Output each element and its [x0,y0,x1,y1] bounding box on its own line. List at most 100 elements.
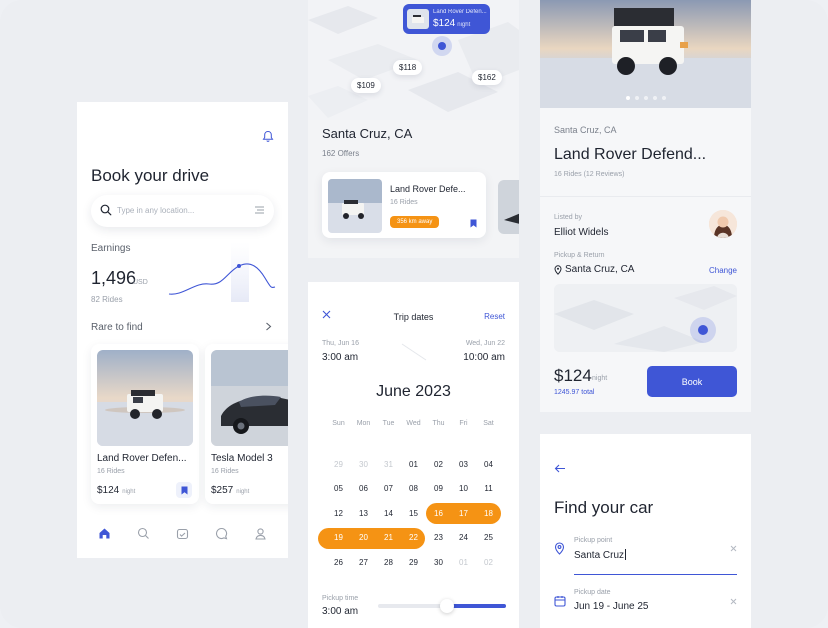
calendar-day-selected[interactable]: 19 [326,533,351,542]
profile-icon[interactable] [254,527,267,540]
car-photo [211,350,288,446]
calendar-day[interactable]: 12 [326,509,351,518]
car-card-tesla[interactable]: Tesla Model 3 16 Rides $257 night [205,344,288,504]
clear-icon[interactable] [730,598,737,605]
price-pin[interactable]: $118 [393,60,423,75]
pickup-date-label: Pickup date [574,589,611,596]
price-total: 1245.97 total [554,389,595,396]
selected-price-marker[interactable]: Land Rover Defen... $124 night [403,4,490,34]
calendar-day-selected[interactable]: 18 [476,509,501,518]
search-input[interactable]: Type in any location... [91,195,274,227]
offers-count: 162 Offers [322,149,360,158]
calendar-day[interactable]: 29 [401,558,426,567]
earnings-sparkline [167,242,277,304]
car-card-land-rover[interactable]: Land Rover Defen... 16 Rides $124 night [91,344,199,504]
page-title: Book your drive [91,166,210,185]
listing-card[interactable]: Land Rover Defe... 16 Rides 356 km away [322,172,486,238]
calendar-day[interactable]: 28 [376,558,401,567]
car-rides: 16 Rides [97,468,125,475]
location-pin-icon [554,542,565,555]
calendar-day[interactable]: 05 [326,484,351,493]
carousel-dot[interactable] [662,96,666,100]
calendar-day-selected[interactable]: 21 [376,533,401,542]
calendar-day-selected[interactable]: 16 [426,509,451,518]
back-arrow-icon[interactable] [554,464,566,473]
calendar-day[interactable]: 23 [426,533,451,542]
marker-price-value: $124 [433,18,456,29]
calendar-day[interactable]: 09 [426,484,451,493]
calendar-day[interactable]: 31 [376,460,401,469]
calendar-day[interactable]: 15 [401,509,426,518]
calendar-week: 19 20 21 22 23 24 25 [318,526,501,551]
weekday-label: Sun [332,419,345,427]
search-icon[interactable] [137,527,150,540]
calendar-week: 26 27 28 29 30 01 02 [326,550,501,575]
calendar-day[interactable]: 26 [326,558,351,567]
car-name: Tesla Model 3 [211,453,273,464]
pickup-time-label: Pickup time [322,595,359,602]
calendar-day[interactable]: 03 [451,460,476,469]
bookmark-icon[interactable] [466,216,480,230]
calendar-day[interactable]: 01 [401,460,426,469]
carousel-dot[interactable] [626,96,630,100]
calendar-day[interactable]: 10 [451,484,476,493]
chevron-right-icon[interactable] [265,322,272,331]
calendar-day[interactable]: 24 [451,533,476,542]
calendar-day[interactable]: 13 [351,509,376,518]
weekday-label: Fri [459,419,468,427]
calendar-day[interactable]: 30 [426,558,451,567]
book-button[interactable]: Book [647,366,737,397]
pickup-point-input[interactable]: Santa Cruz [574,549,627,561]
reset-button[interactable]: Reset [484,312,505,321]
calendar-day-selected[interactable]: 17 [451,509,476,518]
calendar-icon[interactable] [176,527,189,540]
price-pin[interactable]: $162 [472,70,502,85]
calendar-day[interactable]: 06 [351,484,376,493]
calendar-day-selected[interactable]: 22 [401,533,426,542]
bookmark-button[interactable] [176,482,192,498]
rare-to-find-label: Rare to find [91,322,143,333]
earnings-unit: USD [133,279,148,286]
trip-dates-screen: Trip dates Reset Thu, Jun 16 3:00 am Wed… [308,282,519,628]
pickup-map[interactable] [554,284,737,352]
home-icon[interactable] [98,527,111,540]
price-pin[interactable]: $109 [351,78,381,93]
pickup-date-input[interactable]: Jun 19 - June 25 [574,601,649,612]
clear-icon[interactable] [730,545,737,552]
carousel-dot[interactable] [644,96,648,100]
avatar[interactable] [709,210,737,238]
calendar-day[interactable]: 02 [426,460,451,469]
calendar-day[interactable]: 07 [376,484,401,493]
chat-icon[interactable] [215,527,228,540]
slider-handle[interactable] [440,599,454,613]
filter-icon[interactable] [255,206,264,214]
calendar-month: June 2023 [376,383,451,400]
car-title: Land Rover Defend... [554,146,707,163]
car-photo [97,350,193,446]
calendar-day[interactable]: 04 [476,460,501,469]
calendar-day[interactable]: 27 [351,558,376,567]
calendar-day[interactable]: 29 [326,460,351,469]
change-link[interactable]: Change [709,266,737,275]
calendar-day[interactable]: 25 [476,533,501,542]
carousel-dot[interactable] [635,96,639,100]
weekday-label: Tue [382,419,395,427]
page-title: Find your car [554,498,654,517]
carousel-dot[interactable] [653,96,657,100]
end-time[interactable]: 10:00 am [463,352,505,363]
calendar-day[interactable]: 14 [376,509,401,518]
calendar-day-selected[interactable]: 20 [351,533,376,542]
calendar-day[interactable]: 08 [401,484,426,493]
calendar-day[interactable]: 11 [476,484,501,493]
location-pin-icon [554,264,562,275]
bell-icon[interactable] [262,130,274,143]
calendar-day[interactable]: 01 [451,558,476,567]
listing-card-partial[interactable] [498,180,519,234]
calendar-day[interactable]: 30 [351,460,376,469]
pickup-time-slider[interactable] [378,599,506,613]
calendar-day[interactable]: 02 [476,558,501,567]
car-rides: 16 Rides [211,468,239,475]
start-time[interactable]: 3:00 am [322,352,358,363]
carousel-dots[interactable] [626,96,666,100]
location-title: Santa Cruz, CA [322,126,413,141]
